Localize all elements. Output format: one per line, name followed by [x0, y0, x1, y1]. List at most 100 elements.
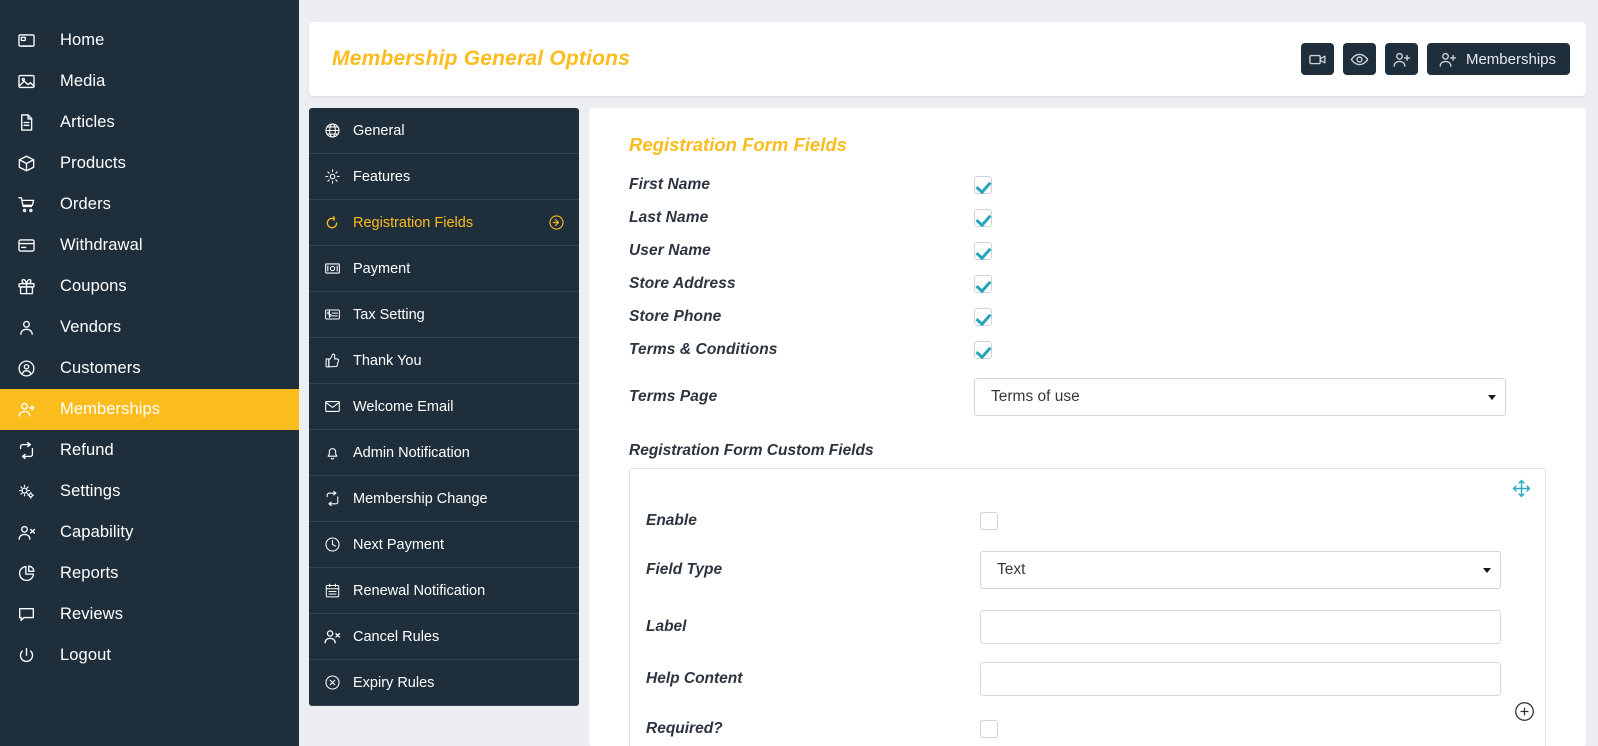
document-icon [17, 112, 43, 134]
help-content-row: Help Content [646, 661, 1517, 697]
add-member-button[interactable] [1384, 43, 1418, 75]
registration-field-checkbox[interactable] [974, 208, 992, 227]
tab-payment[interactable]: Payment [309, 246, 579, 292]
memberships-button[interactable]: Memberships [1426, 43, 1570, 75]
enable-checkbox[interactable] [980, 512, 998, 530]
label-row: Label [646, 609, 1517, 645]
sidebar-item-memberships[interactable]: Memberships [0, 389, 299, 430]
tab-thank-you[interactable]: Thank You [309, 338, 579, 384]
registration-field-checkbox[interactable] [974, 340, 992, 359]
tab-cancel-rules[interactable]: Cancel Rules [309, 614, 579, 660]
required-checkbox[interactable] [980, 720, 998, 738]
tab-label: Membership Change [353, 490, 488, 507]
registration-field-checkbox[interactable] [974, 274, 992, 293]
terms-page-label: Terms Page [629, 388, 718, 405]
registration-field-row: User Name [629, 234, 1546, 267]
tab-next-payment[interactable]: Next Payment [309, 522, 579, 568]
sidebar-item-label: Memberships [60, 400, 161, 418]
terms-page-row: Terms Page Terms of use [629, 378, 1546, 416]
tab-label: Payment [353, 260, 411, 277]
label-input[interactable] [980, 610, 1501, 644]
user-plus-icon [1392, 50, 1411, 69]
sidebar-item-products[interactable]: Products [0, 143, 299, 184]
tab-label: Welcome Email [353, 398, 454, 415]
sidebar-item-logout[interactable]: Logout [0, 635, 299, 676]
tax-card-icon [323, 306, 341, 323]
sidebar-item-coupons[interactable]: Coupons [0, 266, 299, 307]
app-root: Home Media Articles Products Orders Withdrawa… [0, 0, 1598, 746]
circle-arrow-icon[interactable] [548, 214, 565, 231]
sidebar-item-vendors[interactable]: Vendors [0, 307, 299, 348]
terms-page-select[interactable]: Terms of use [974, 378, 1506, 416]
field-type-select[interactable]: Text [980, 551, 1501, 589]
sidebar-item-withdrawal[interactable]: Withdrawal [0, 225, 299, 266]
sidebar-item-label: Capability [60, 523, 134, 541]
home-icon [17, 30, 43, 52]
registration-field-label: Store Phone [629, 307, 722, 325]
tab-welcome-email[interactable]: Welcome Email [309, 384, 579, 430]
user-plus-icon [17, 399, 43, 421]
preview-button[interactable] [1342, 43, 1376, 75]
sidebar-item-label: Reviews [60, 605, 124, 623]
tab-membership-change[interactable]: Membership Change [309, 476, 579, 522]
tab-label: Next Payment [353, 536, 445, 553]
tab-general[interactable]: General [309, 108, 579, 154]
tab-label: Thank You [353, 352, 422, 369]
tab-expiry-rules[interactable]: Expiry Rules [309, 660, 579, 706]
clock-icon [323, 536, 341, 553]
tab-label: Registration Fields [353, 214, 474, 231]
registration-field-checkbox[interactable] [974, 307, 992, 326]
registration-field-label: Last Name [629, 208, 709, 226]
help-content-input[interactable] [980, 662, 1501, 696]
required-row: Required? [646, 711, 1517, 746]
sidebar-item-capability[interactable]: Capability [0, 512, 299, 553]
sidebar-item-label: Home [60, 31, 105, 49]
content-area: Membership General Options Memberships G… [299, 0, 1598, 746]
comment-icon [17, 604, 43, 626]
field-type-value: Text [997, 561, 1026, 578]
registration-field-checkbox[interactable] [974, 241, 992, 260]
tab-label: Cancel Rules [353, 628, 440, 645]
sidebar-item-label: Coupons [60, 277, 127, 295]
thumbs-up-icon [323, 352, 341, 369]
custom-fields-title: Registration Form Custom Fields [629, 442, 874, 459]
registration-field-label: First Name [629, 175, 711, 193]
box-icon [17, 153, 43, 175]
field-type-label: Field Type [646, 561, 723, 578]
page-title: Membership General Options [332, 47, 631, 70]
registration-field-label: Store Address [629, 274, 736, 292]
bell-icon [323, 444, 341, 461]
tab-renewal-notification[interactable]: Renewal Notification [309, 568, 579, 614]
tab-registration-fields[interactable]: Registration Fields [309, 200, 579, 246]
globe-icon [323, 122, 341, 139]
sidebar-item-reviews[interactable]: Reviews [0, 594, 299, 635]
sidebar-item-media[interactable]: Media [0, 61, 299, 102]
tab-label: Expiry Rules [353, 674, 435, 691]
settings-panel: Registration Form Fields First Name Last … [589, 108, 1586, 746]
registration-field-checkbox[interactable] [974, 175, 992, 194]
eye-icon [1350, 50, 1369, 69]
tab-label: Features [353, 168, 411, 185]
sidebar-item-label: Customers [60, 359, 141, 377]
money-icon [323, 260, 341, 277]
circle-plus-icon[interactable] [1514, 701, 1535, 727]
sidebar-item-reports[interactable]: Reports [0, 553, 299, 594]
sidebar-item-orders[interactable]: Orders [0, 184, 299, 225]
tab-tax-setting[interactable]: Tax Setting [309, 292, 579, 338]
gears-icon [17, 481, 43, 503]
tab-admin-notification[interactable]: Admin Notification [309, 430, 579, 476]
registration-field-row: Store Phone [629, 300, 1546, 333]
sidebar-item-label: Refund [60, 441, 114, 459]
sidebar-item-settings[interactable]: Settings [0, 471, 299, 512]
sidebar-item-articles[interactable]: Articles [0, 102, 299, 143]
tab-features[interactable]: Features [309, 154, 579, 200]
power-icon [17, 645, 43, 667]
tab-label: Tax Setting [353, 306, 425, 323]
sidebar-item-refund[interactable]: Refund [0, 430, 299, 471]
move-icon[interactable] [1512, 479, 1531, 503]
video-button[interactable] [1300, 43, 1334, 75]
sidebar-item-customers[interactable]: Customers [0, 348, 299, 389]
body-area: General Features Registration Fields Paymen… [309, 108, 1586, 746]
sidebar-item-home[interactable]: Home [0, 20, 299, 61]
registration-field-row: Last Name [629, 201, 1546, 234]
